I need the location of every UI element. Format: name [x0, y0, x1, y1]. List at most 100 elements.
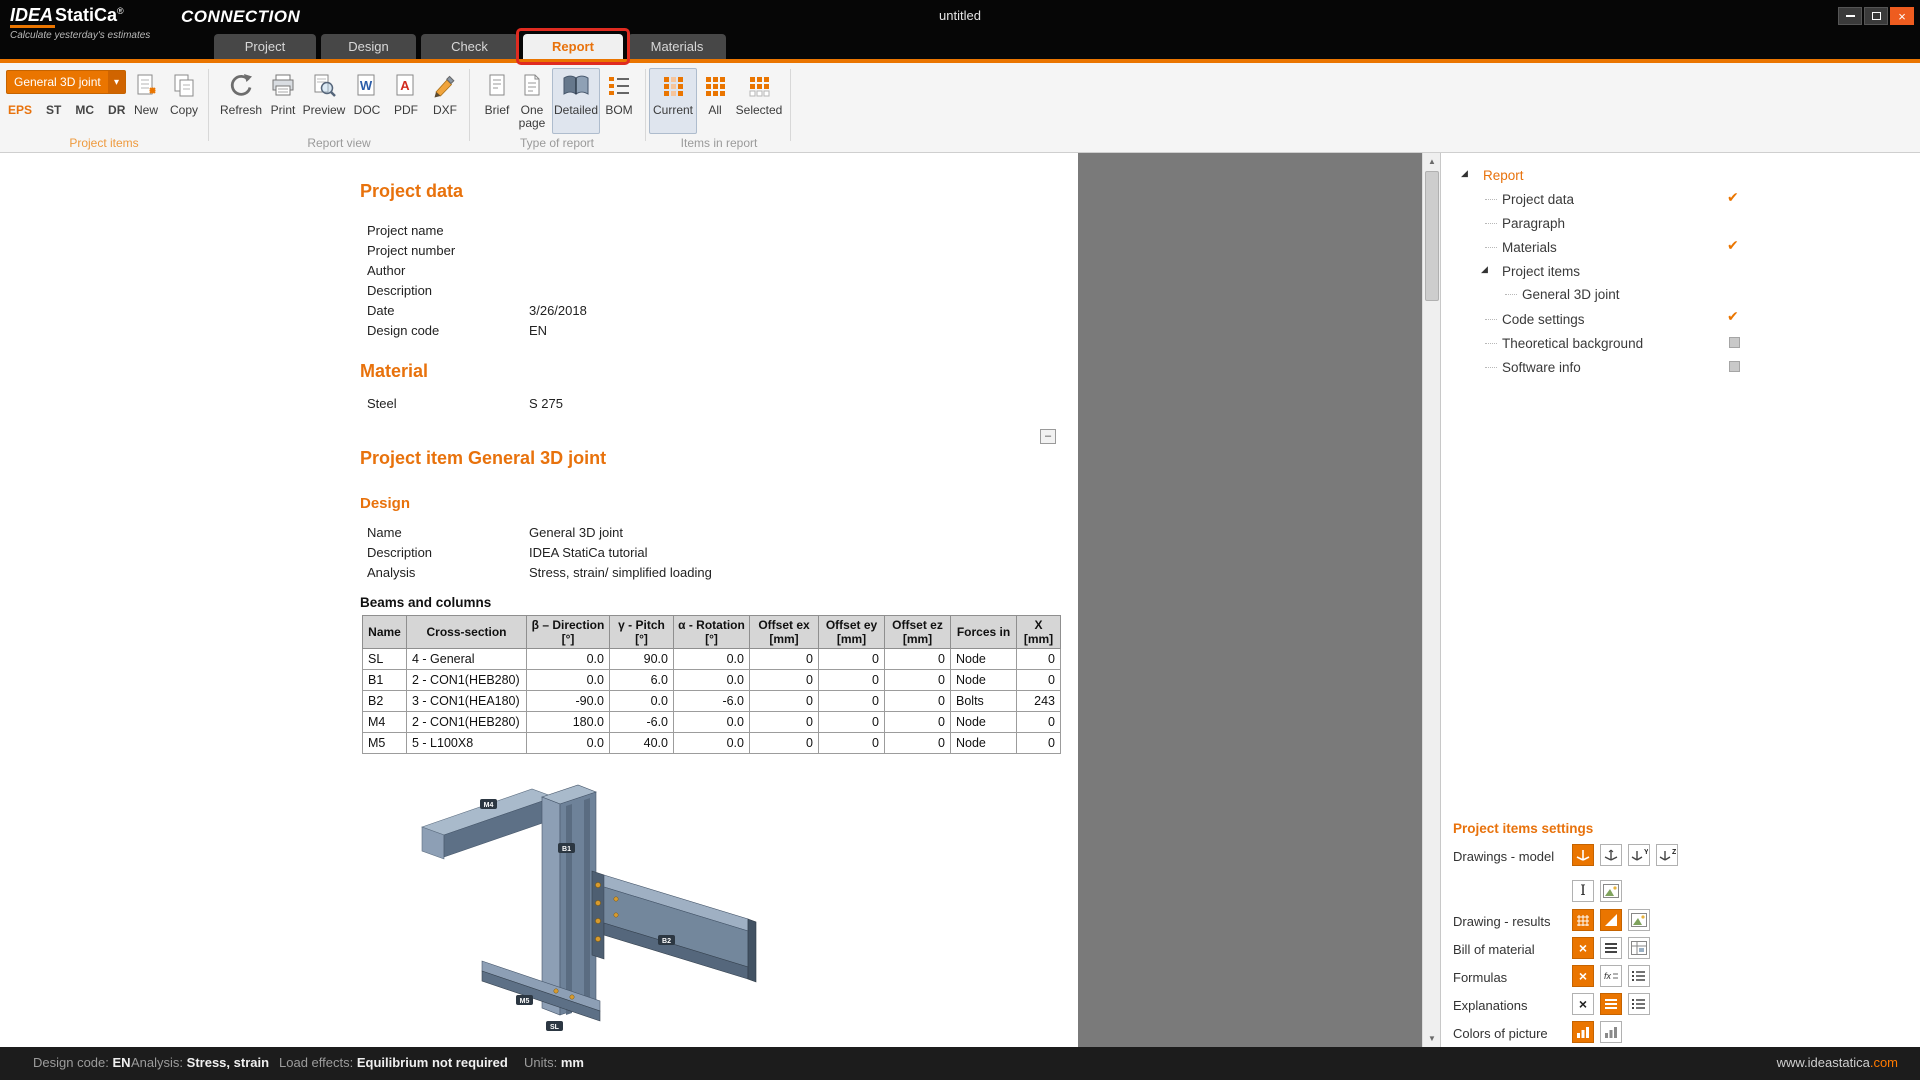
lines-icon[interactable] [1600, 993, 1622, 1015]
tab-check[interactable]: Check [421, 34, 518, 59]
mc-button[interactable]: MC [75, 103, 94, 117]
mesh-grid-icon[interactable] [1572, 909, 1594, 931]
axes-z-icon[interactable]: Z [1656, 844, 1678, 866]
svg-text:Y: Y [1644, 849, 1648, 856]
field-label: Project name [367, 223, 444, 238]
table-cell: Node [951, 649, 1017, 670]
cross-icon[interactable]: × [1572, 937, 1594, 959]
tab-materials[interactable]: Materials [628, 34, 726, 59]
checkmark-icon[interactable]: ✔ [1727, 308, 1739, 325]
scrollbar-thumb[interactable] [1425, 171, 1439, 301]
project-item-dropdown[interactable]: General 3D joint ▾ [6, 70, 126, 94]
new-document-icon [131, 71, 161, 101]
tree-item-project-items[interactable]: Project items [1502, 261, 1580, 281]
grid-selected-icon [744, 71, 774, 101]
deformed-shape-icon[interactable] [1600, 909, 1622, 931]
formula-icon[interactable]: fx [1600, 965, 1622, 987]
tree-connector [1505, 294, 1517, 295]
checkmark-icon[interactable]: ✔ [1727, 189, 1739, 206]
scroll-up-icon[interactable]: ▲ [1423, 153, 1441, 170]
tab-report[interactable]: Report [523, 34, 623, 59]
settings-label-drawings-model: Drawings - model [1453, 849, 1554, 864]
lines-icon[interactable] [1600, 937, 1622, 959]
tree-item-general-3d-joint[interactable]: General 3D joint [1522, 284, 1620, 304]
tree-item-software-info[interactable]: Software info [1502, 357, 1581, 377]
list-icon[interactable] [1628, 993, 1650, 1015]
items-selected-button[interactable]: Selected [735, 68, 783, 134]
table-cell: 0 [750, 712, 819, 733]
table-cell: 0 [819, 733, 885, 754]
cross-icon[interactable]: × [1572, 965, 1594, 987]
tree-item-project-data[interactable]: Project data [1502, 189, 1574, 209]
status-load-effects: Load effects: Equilibrium not required [279, 1055, 508, 1070]
tree-item-report[interactable]: Report [1483, 165, 1524, 185]
items-all-button[interactable]: All [691, 68, 739, 134]
picture-icon[interactable] [1628, 909, 1650, 931]
maximize-icon [1872, 12, 1881, 20]
table-cell: 0 [819, 691, 885, 712]
table-header-cell: Offset ey [mm] [819, 616, 885, 649]
table-cell: 180.0 [527, 712, 610, 733]
bar-chart-icon[interactable] [1572, 1021, 1594, 1043]
website-link[interactable]: www.ideastatica.com [1777, 1055, 1898, 1070]
website-tld: .com [1870, 1055, 1898, 1070]
list-icon[interactable] [1628, 965, 1650, 987]
table-row: B23 - CON1(HEA180)-90.00.0-6.0000Bolts24… [363, 691, 1061, 712]
scroll-down-icon[interactable]: ▼ [1423, 1030, 1441, 1047]
bom-report-button[interactable]: BOM [595, 68, 643, 134]
table-cell: 0 [750, 649, 819, 670]
table-cell: Node [951, 670, 1017, 691]
svg-text:Z: Z [1672, 849, 1676, 856]
report-settings-panel: ◢ Report Project data ✔ Paragraph Materi… [1440, 153, 1920, 1047]
field-label: Description [367, 283, 432, 298]
collapse-section-button[interactable]: – [1040, 429, 1056, 444]
tab-project[interactable]: Project [214, 34, 316, 59]
eps-button[interactable]: EPS [8, 103, 32, 117]
cross-icon[interactable]: × [1572, 993, 1594, 1015]
table-cell: 0.0 [527, 733, 610, 754]
table-picture-icon[interactable] [1628, 937, 1650, 959]
picture-icon[interactable] [1600, 880, 1622, 902]
detailed-label: Detailed [554, 104, 598, 117]
export-dxf-button[interactable]: DXF [421, 68, 469, 134]
axes-arrows-icon[interactable] [1600, 844, 1622, 866]
close-button[interactable]: × [1890, 7, 1914, 25]
axes-y-icon[interactable]: Y [1628, 844, 1650, 866]
tab-design[interactable]: Design [321, 34, 416, 59]
project-item-dropdown-value: General 3D joint [7, 75, 108, 89]
logo-tagline: Calculate yesterday's estimates [10, 30, 150, 41]
refresh-button[interactable]: Refresh [217, 68, 265, 134]
copy-button-label: Copy [170, 104, 198, 117]
app-window: IDEAStatiCa® Calculate yesterday's estim… [0, 0, 1920, 1080]
copy-button[interactable]: Copy [160, 68, 208, 134]
one-page-report-button[interactable]: One page [508, 68, 556, 134]
registered-mark: ® [117, 6, 124, 16]
preview-button[interactable]: Preview [300, 68, 348, 134]
vertical-scrollbar[interactable]: ▲ ▼ [1422, 153, 1440, 1047]
st-button[interactable]: ST [46, 103, 61, 117]
table-cell: 0 [819, 670, 885, 691]
checkbox-unchecked[interactable] [1729, 361, 1740, 372]
axes-3d-icon[interactable] [1572, 844, 1594, 866]
table-title: Beams and columns [360, 595, 491, 610]
maximize-button[interactable] [1864, 7, 1888, 25]
project-items-settings-title: Project items settings [1453, 821, 1593, 836]
tree-connector [1485, 199, 1497, 200]
tree-item-theoretical-background[interactable]: Theoretical background [1502, 333, 1643, 353]
checkmark-icon[interactable]: ✔ [1727, 237, 1739, 254]
items-current-button[interactable]: Current [649, 68, 697, 134]
table-cell: Node [951, 733, 1017, 754]
bar-chart-icon[interactable] [1600, 1021, 1622, 1043]
tree-item-code-settings[interactable]: Code settings [1502, 309, 1585, 329]
field-value: EN [529, 323, 547, 338]
checkbox-unchecked[interactable] [1729, 337, 1740, 348]
detailed-report-button[interactable]: Detailed [552, 68, 600, 134]
tree-expander-icon[interactable]: ◢ [1461, 168, 1468, 179]
table-row: M55 - L100X80.040.00.0000Node0 [363, 733, 1061, 754]
tree-expander-icon[interactable]: ◢ [1481, 264, 1488, 275]
tree-item-paragraph[interactable]: Paragraph [1502, 213, 1565, 233]
model-label-sl: SL [550, 1024, 560, 1031]
text-style-icon[interactable]: I [1572, 880, 1594, 902]
tree-item-materials[interactable]: Materials [1502, 237, 1557, 257]
minimize-button[interactable] [1838, 7, 1862, 25]
